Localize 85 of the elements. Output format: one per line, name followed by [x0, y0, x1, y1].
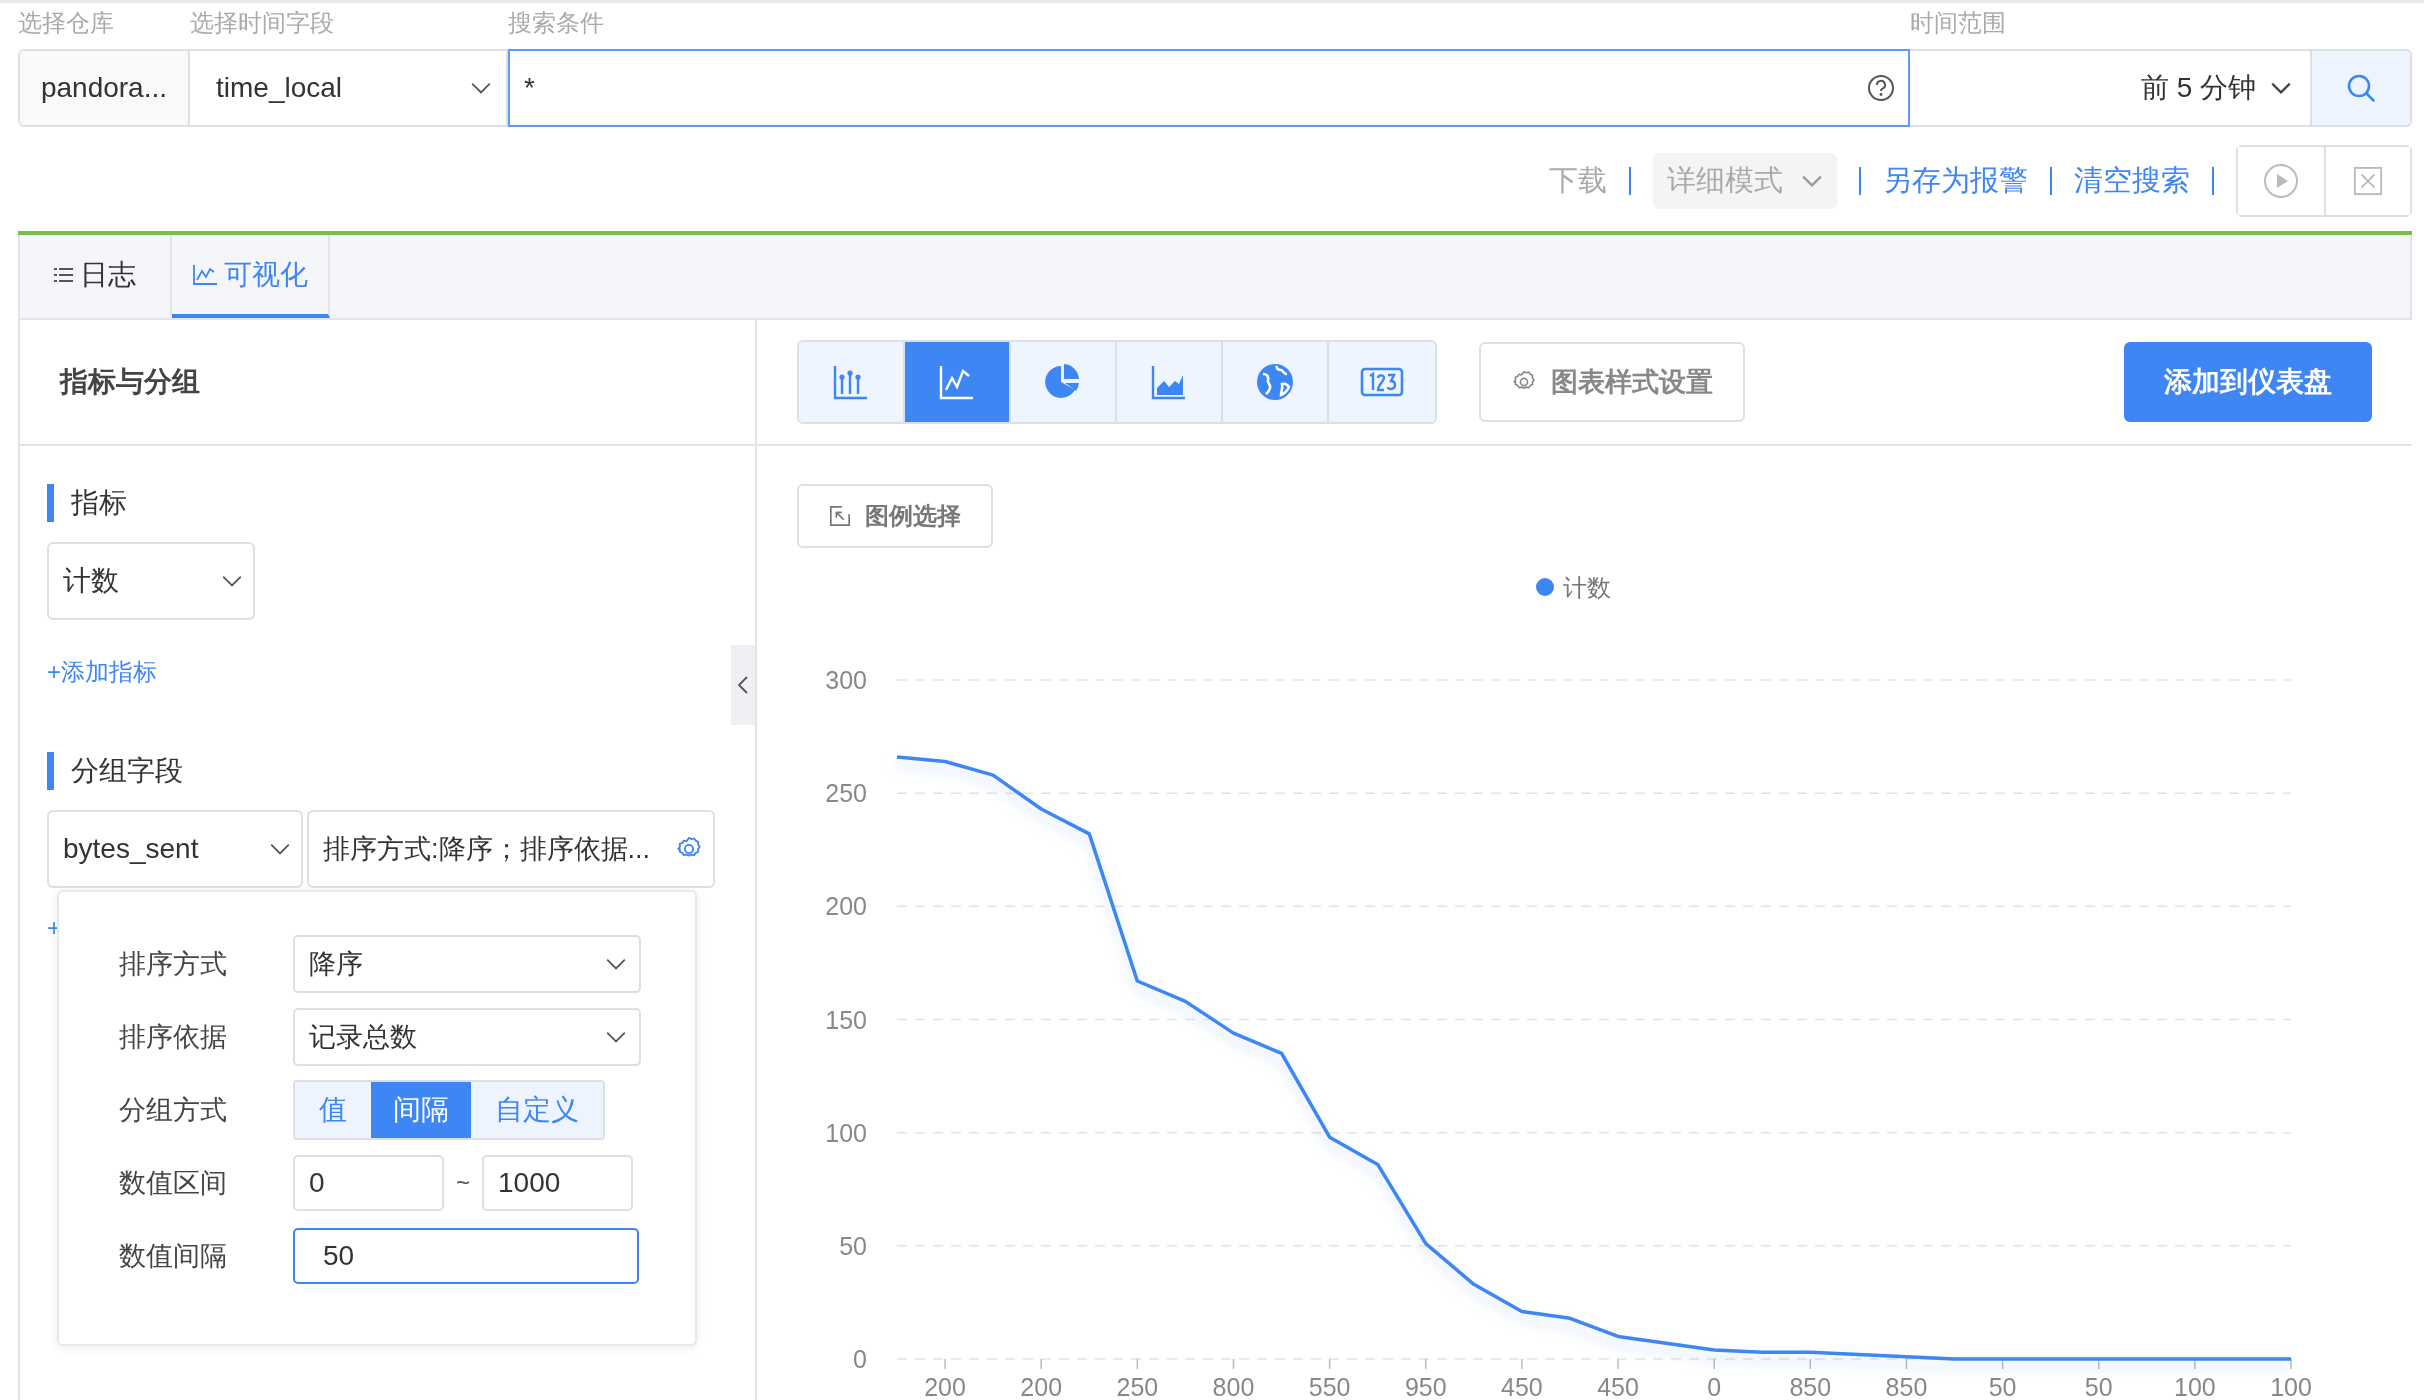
chevron-down-icon — [1801, 174, 1823, 188]
axis-label: 450 — [1597, 1373, 1639, 1400]
chart-type-button[interactable] — [799, 342, 905, 422]
line-chart-icon — [192, 263, 218, 286]
axis-label: 100 — [2174, 1373, 2216, 1400]
arrow-box-icon — [829, 505, 851, 527]
section-heading: 指标 — [47, 484, 127, 522]
axis-label: 50 — [2084, 1373, 2113, 1400]
help-icon[interactable] — [1866, 73, 1896, 103]
form-label: 排序依据 — [119, 1021, 228, 1054]
stop-button[interactable] — [2324, 147, 2410, 215]
field-label: 时间范围 — [1910, 8, 2007, 38]
chart-type-button[interactable] — [1329, 342, 1435, 422]
axis-label: 450 — [1501, 1373, 1543, 1400]
axis-label: 250 — [825, 779, 867, 808]
form-label: 数值间隔 — [119, 1240, 228, 1273]
search-icon — [2345, 72, 2377, 104]
chart-type-button[interactable] — [1011, 342, 1117, 422]
number-icon — [1360, 367, 1404, 397]
repository-select[interactable]: pandora... — [18, 49, 190, 127]
panel-title: 指标与分组 — [60, 365, 200, 399]
sort-select[interactable]: 降序 — [293, 935, 641, 993]
play-icon — [2263, 163, 2299, 199]
group-field-select[interactable]: bytes_sent — [47, 810, 303, 888]
legend-select-button[interactable]: 图例选择 — [797, 484, 993, 548]
list-icon — [54, 265, 74, 284]
sort-select[interactable]: 记录总数 — [293, 1008, 641, 1066]
segment-option[interactable]: 间隔 — [371, 1082, 471, 1138]
axis-label: 200 — [825, 892, 867, 921]
close-icon — [2353, 166, 2383, 196]
axis-label: 300 — [825, 666, 867, 694]
chevron-down-icon — [605, 1030, 627, 1044]
axis-label: 950 — [1404, 1373, 1447, 1400]
action-link[interactable]: 清空搜索 — [2074, 161, 2190, 201]
axis-label: 850 — [1789, 1373, 1832, 1400]
axis-label: 0 — [1707, 1373, 1722, 1400]
search-button[interactable] — [2312, 49, 2412, 127]
axis-label: 50 — [1988, 1373, 2017, 1400]
axis-label: 50 — [839, 1231, 867, 1260]
chart-type-button[interactable] — [905, 342, 1011, 422]
range-separator: ~ — [456, 1169, 470, 1197]
bar-chart-icon — [833, 364, 869, 400]
time-range-select[interactable]: 前 5 分钟 — [1910, 49, 2312, 127]
field-label: 选择时间字段 — [190, 8, 335, 38]
metric-select[interactable]: 计数 — [47, 542, 255, 620]
area-chart-icon — [1151, 364, 1187, 400]
field-label: 选择仓库 — [18, 8, 115, 38]
form-label: 排序方式 — [119, 948, 228, 981]
collapse-handle[interactable] — [731, 645, 755, 725]
add-metric-link[interactable]: +添加指标 — [47, 656, 157, 688]
chevron-down-icon — [605, 957, 627, 971]
axis-label: 100 — [825, 1118, 867, 1147]
chart-style-button[interactable]: 图表样式设置 — [1479, 342, 1745, 422]
sort-summary-field[interactable]: 排序方式:降序；排序依据... — [307, 810, 715, 888]
field-label: 搜索条件 — [508, 8, 605, 38]
line-chart-icon — [939, 364, 975, 400]
chevron-down-icon — [2270, 81, 2292, 95]
time-field-select[interactable]: time_local — [190, 49, 508, 127]
add-to-dashboard-button[interactable]: 添加到仪表盘 — [2124, 342, 2372, 422]
chevron-down-icon — [221, 574, 243, 588]
chart-type-button[interactable] — [1117, 342, 1223, 422]
range-to-field[interactable]: 1000 — [482, 1155, 633, 1211]
chevron-down-icon — [269, 842, 291, 856]
section-heading: 分组字段 — [47, 752, 183, 790]
legend-label[interactable]: 计数 — [1563, 574, 1611, 601]
tab[interactable]: 日志 — [20, 235, 172, 318]
axis-label: 200 — [924, 1373, 966, 1400]
action-link[interactable]: 另存为报警 — [1883, 161, 2028, 201]
axis-label: 0 — [853, 1345, 867, 1373]
search-field[interactable]: * — [508, 49, 1910, 127]
form-label: 数值区间 — [119, 1167, 228, 1200]
axis-label: 250 — [1116, 1373, 1159, 1400]
chevron-left-icon — [737, 675, 749, 695]
range-from-field[interactable]: 0 — [293, 1155, 444, 1211]
chevron-down-icon — [470, 81, 492, 95]
axis-label: 550 — [1308, 1373, 1351, 1400]
axis-label: 800 — [1212, 1373, 1255, 1400]
interval-field[interactable]: 50 — [293, 1228, 639, 1284]
axis-label: 150 — [825, 1005, 867, 1034]
axis-label: 100 — [2270, 1373, 2312, 1400]
globe-icon — [1255, 362, 1295, 402]
axis-label: 200 — [1020, 1373, 1063, 1400]
chart-type-button[interactable] — [1223, 342, 1329, 422]
axis-label: 850 — [1885, 1373, 1928, 1400]
form-label: 分组方式 — [119, 1094, 228, 1127]
